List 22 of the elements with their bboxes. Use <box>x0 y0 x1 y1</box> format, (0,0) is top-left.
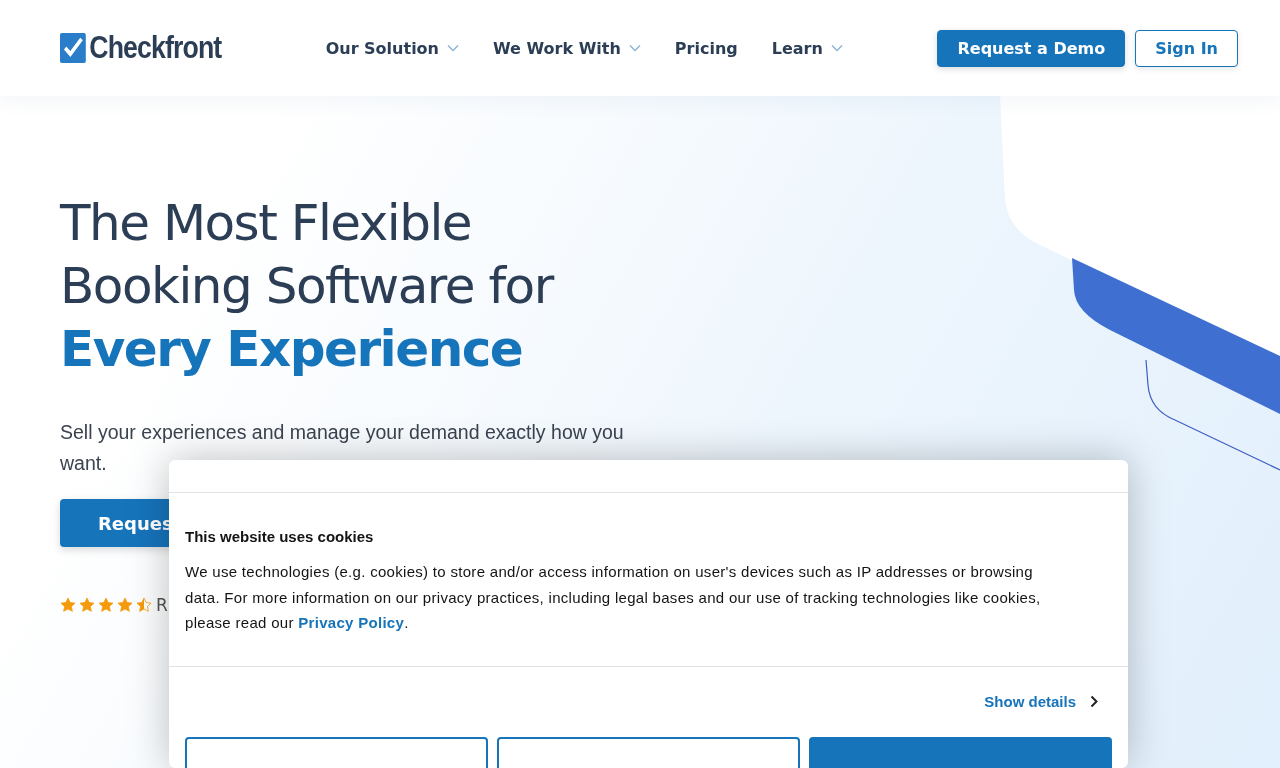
nav-link[interactable]: We Work With <box>493 38 641 58</box>
checkbox-logo-icon <box>60 32 87 64</box>
show-details-link[interactable]: Show details <box>984 692 1098 710</box>
nav-link[interactable]: Our Solution <box>325 38 459 58</box>
star-icon <box>79 597 95 613</box>
hero-title: The Most Flexible <box>60 193 472 254</box>
sign-in-button[interactable]: Sign In <box>1135 29 1238 67</box>
privacy-policy-link[interactable]: Privacy Policy <box>298 614 405 631</box>
checkfront-logo[interactable]: Checkfront <box>60 30 222 66</box>
hero-subtitle: Sell your experiences and manage your demand exactly how you want. <box>60 420 625 476</box>
star-icon <box>117 597 133 613</box>
star-icon <box>98 597 114 613</box>
cookie-text: We use technologies (e.g. cookies) to store and/or access information on user's devices such as IP addresses or browsing data. For more information on our privacy practices, including legal bases and our use of tracking technologies like cookies, please read our Privacy Policy. <box>185 562 1042 633</box>
star-icon <box>60 597 76 613</box>
rating-text: R <box>156 595 168 615</box>
star-icon <box>136 597 152 613</box>
hero-title: Booking Software for <box>60 256 553 317</box>
nav-link[interactable]: Learn <box>771 38 843 58</box>
nav-link[interactable]: Pricing <box>674 38 738 58</box>
hero-title-highlight: Every Experience <box>60 319 523 380</box>
chevron-right-icon <box>1090 694 1098 708</box>
request-demo-button[interactable]: Request a Demo <box>937 29 1126 67</box>
